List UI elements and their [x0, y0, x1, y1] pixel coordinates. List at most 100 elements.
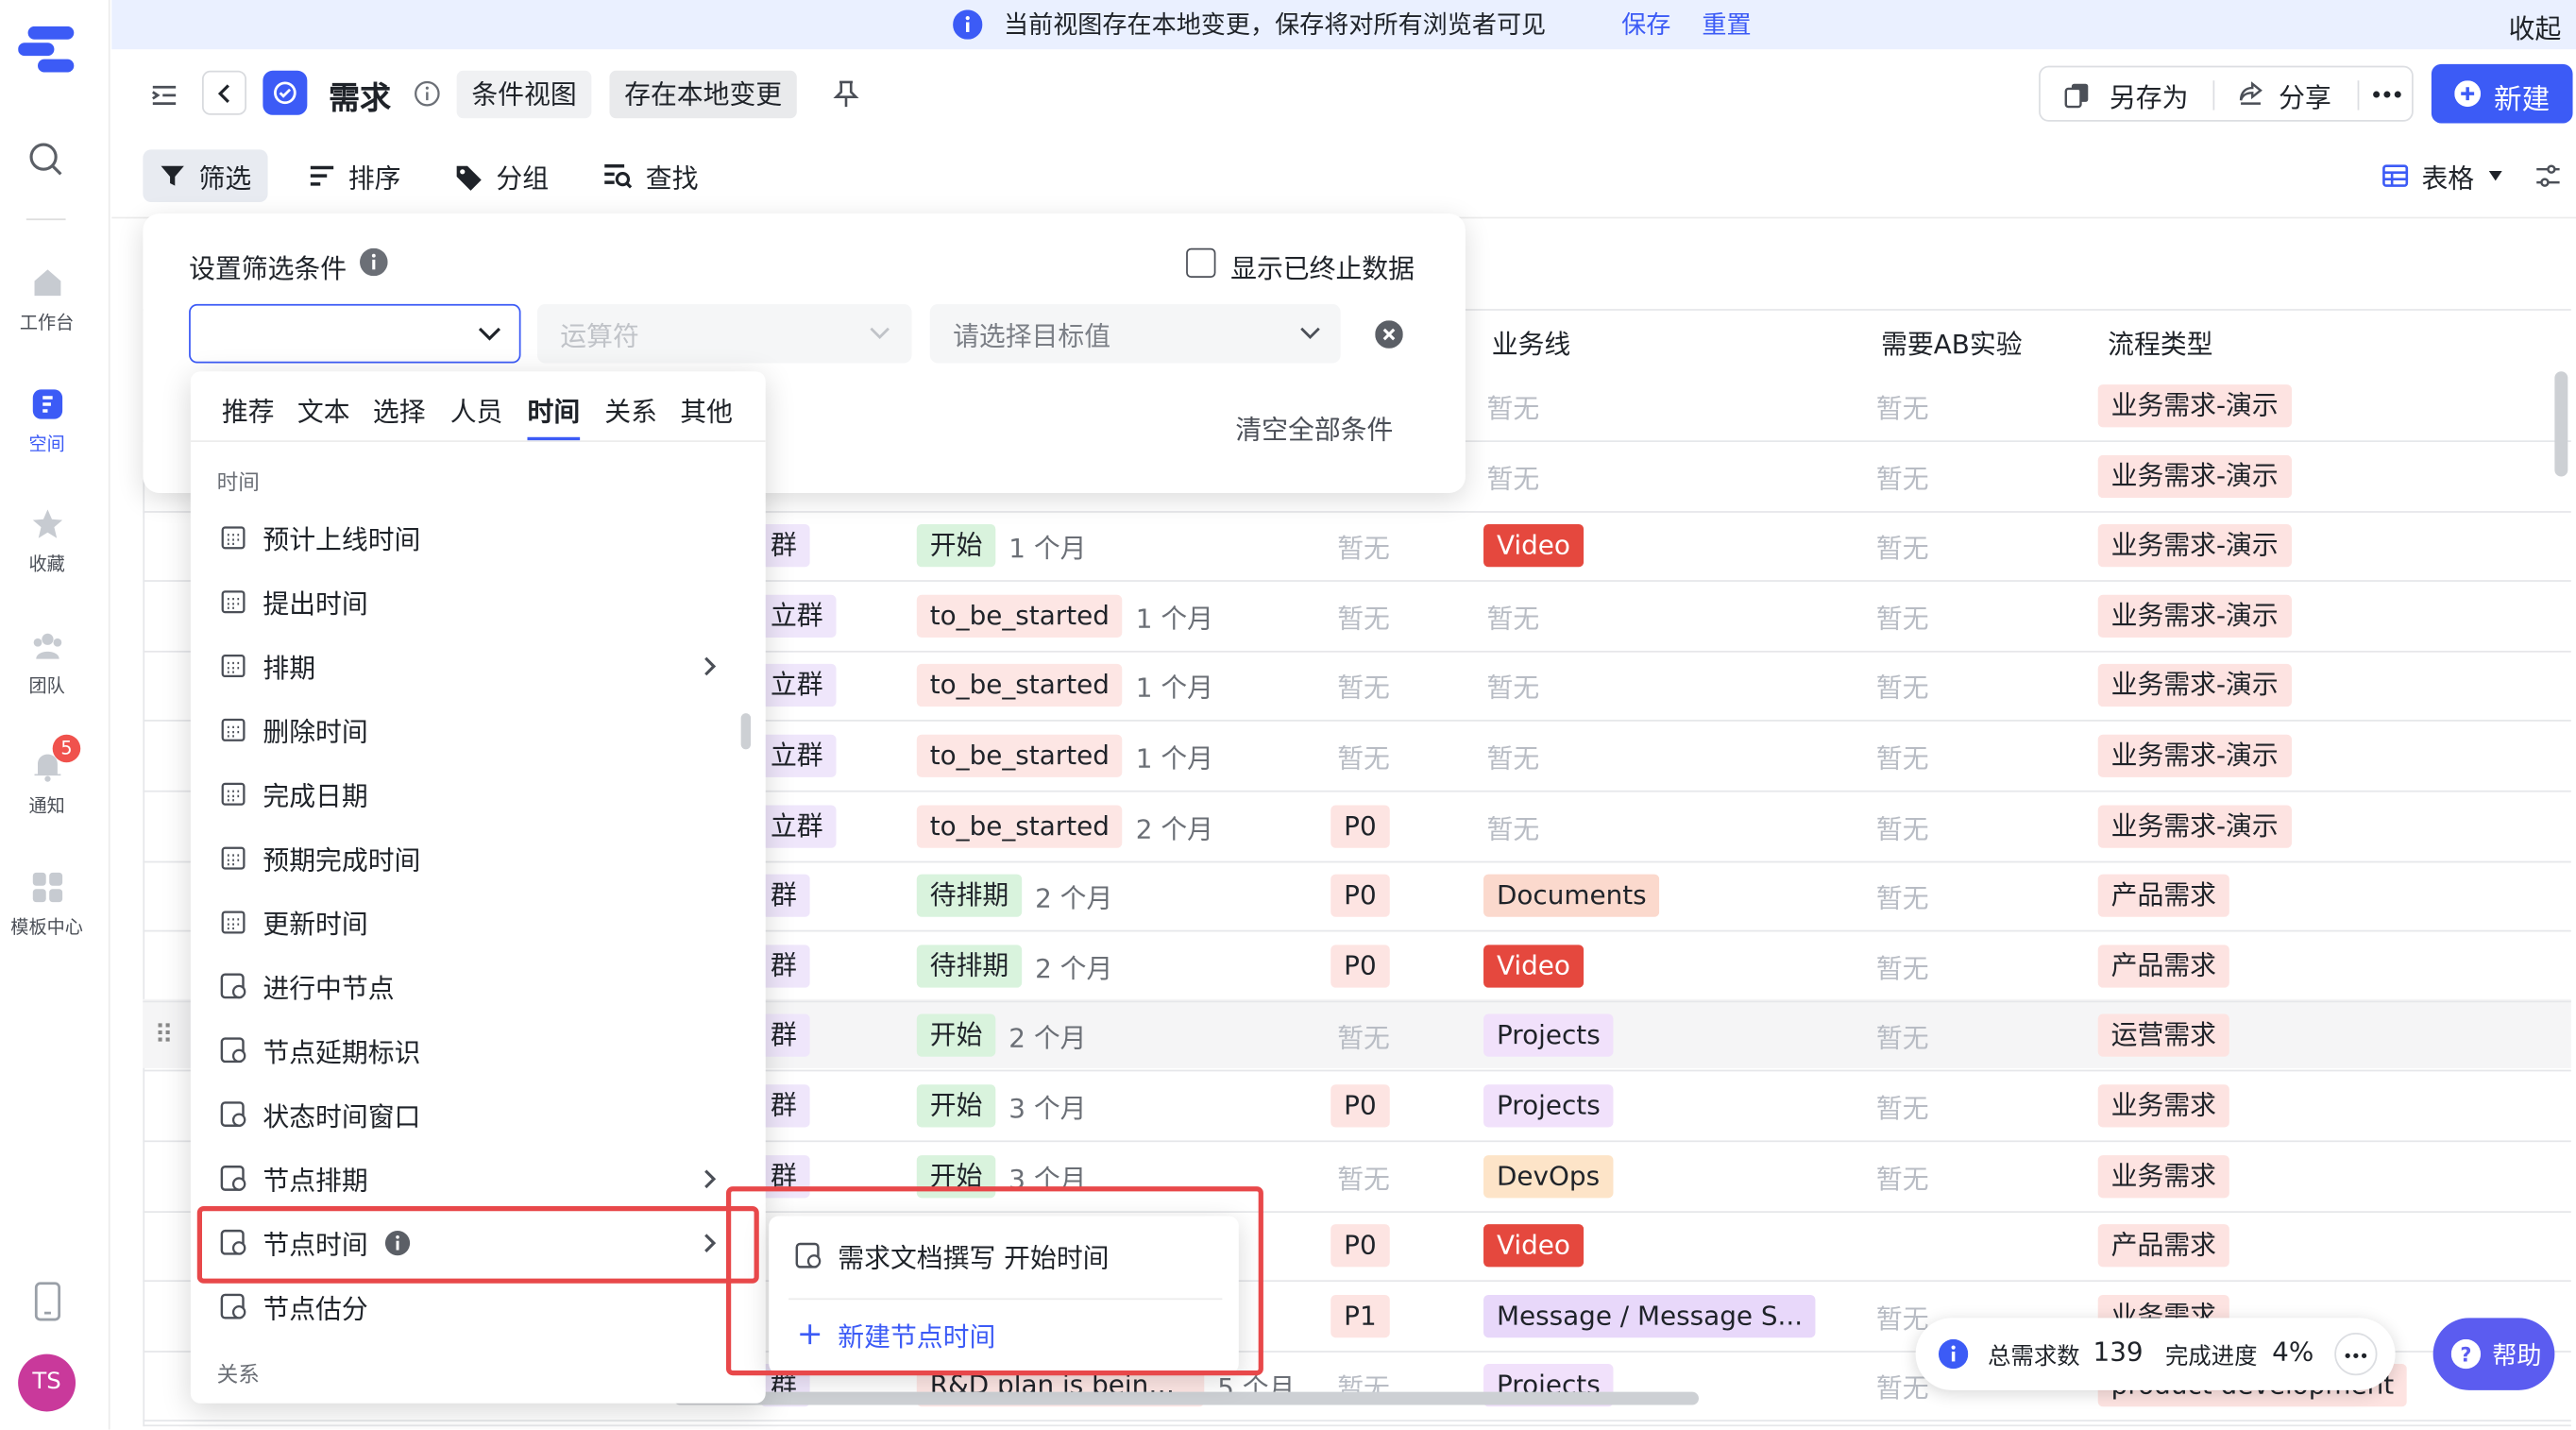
save-as-button[interactable]: 另存为	[2110, 76, 2189, 115]
tab-2[interactable]: 选择	[373, 389, 426, 429]
menu-scrollbar[interactable]	[740, 713, 752, 750]
table-cell[interactable]: Video	[1470, 511, 1584, 580]
table-cell[interactable]: 暂无	[1863, 582, 1929, 651]
table-cell[interactable]: Projects	[1470, 1071, 1614, 1140]
table-cell[interactable]: 暂无	[1474, 441, 1540, 510]
info-outline-icon[interactable]	[414, 80, 440, 107]
table-cell[interactable]: 暂无	[1863, 861, 1929, 930]
table-cell[interactable]: 暂无	[1863, 931, 1929, 1000]
target-value-select[interactable]: 请选择目标值	[929, 303, 1341, 364]
table-cell[interactable]: 暂无	[1863, 371, 1929, 440]
table-cell[interactable]: 暂无	[1324, 1352, 1390, 1421]
table-cell[interactable]: P0	[1317, 931, 1390, 1000]
field-item-8[interactable]: 节点延期标识	[204, 1020, 746, 1080]
table-cell[interactable]: 产品需求	[2085, 931, 2229, 1000]
field-item-4[interactable]: 完成日期	[204, 764, 746, 824]
reset-link[interactable]: 重置	[1702, 7, 1751, 42]
sidebar-item-team[interactable]: 团队	[0, 629, 93, 698]
vertical-scrollbar[interactable]	[2554, 371, 2568, 477]
field-select[interactable]	[189, 303, 521, 364]
tab-6[interactable]: 其他	[680, 389, 733, 429]
column-header-ab-test[interactable]: 需要AB实验	[1868, 307, 2023, 376]
table-cell[interactable]: 暂无	[1863, 1071, 1929, 1140]
more-icon[interactable]	[2372, 91, 2401, 99]
table-cell[interactable]: 业务需求-演示	[2085, 511, 2292, 580]
group-button[interactable]: 分组	[439, 149, 566, 202]
table-cell[interactable]: 开始 1 个月	[904, 511, 1087, 580]
field-item-1[interactable]: 提出时间	[204, 571, 746, 631]
table-cell[interactable]: 产品需求	[2085, 861, 2229, 930]
sidebar-item-favorites[interactable]: 收藏	[0, 508, 93, 577]
table-cell[interactable]: P0	[1317, 861, 1390, 930]
table-cell[interactable]: 开始 2 个月	[904, 1001, 1087, 1070]
table-cell[interactable]: P1	[1317, 1282, 1390, 1351]
sort-button[interactable]: 排序	[293, 149, 417, 202]
field-item-0[interactable]: 预计上线时间	[204, 508, 746, 568]
sidebar-item-space[interactable]: 空间	[0, 388, 93, 457]
table-cell[interactable]: 暂无	[1474, 652, 1540, 721]
table-cell[interactable]: 暂无	[1324, 511, 1390, 580]
drag-handle-icon[interactable]: ⠿	[155, 1019, 174, 1050]
settings-sliders-icon[interactable]	[2535, 162, 2562, 189]
table-cell[interactable]: 待排期 2 个月	[904, 931, 1112, 1000]
sidebar-item-templates[interactable]: 模板中心	[0, 871, 93, 940]
mobile-icon[interactable]	[33, 1282, 62, 1321]
new-button[interactable]: 新建	[2431, 63, 2573, 124]
field-item-7[interactable]: 进行中节点	[204, 957, 746, 1016]
table-cell[interactable]: 暂无	[1474, 582, 1540, 651]
table-cell[interactable]: 业务需求	[2085, 1141, 2229, 1210]
table-cell[interactable]: 暂无	[1863, 722, 1929, 791]
table-cell[interactable]: 业务需求-演示	[2085, 441, 2292, 510]
table-cell[interactable]: 暂无	[1863, 1001, 1929, 1070]
table-cell[interactable]: P0	[1317, 1071, 1390, 1140]
field-item-6[interactable]: 更新时间	[204, 893, 746, 952]
table-cell[interactable]: 暂无	[1474, 722, 1540, 791]
table-cell[interactable]: Projects	[1470, 1352, 1614, 1421]
filter-button[interactable]: 筛选	[143, 149, 268, 202]
summary-more-button[interactable]	[2334, 1332, 2378, 1376]
field-item-9[interactable]: 状态时间窗口	[204, 1084, 746, 1144]
table-cell[interactable]: 暂无	[1863, 1141, 1929, 1210]
share-button[interactable]: 分享	[2279, 76, 2331, 115]
search-icon[interactable]	[28, 142, 64, 178]
table-cell[interactable]: 暂无	[1324, 1141, 1390, 1210]
remove-condition-icon[interactable]	[1375, 320, 1403, 349]
app-logo-icon[interactable]	[18, 26, 77, 73]
table-cell[interactable]: 待排期 2 个月	[904, 861, 1112, 930]
view-type-tag[interactable]: 条件视图	[456, 70, 592, 119]
table-cell[interactable]: to_be_started 1 个月	[904, 652, 1213, 721]
table-cell[interactable]: 暂无	[1863, 652, 1929, 721]
back-button[interactable]	[201, 70, 246, 115]
view-mode-select[interactable]: 表格	[2365, 149, 2520, 202]
table-cell[interactable]: 暂无	[1474, 371, 1540, 440]
clear-all-button[interactable]: 清空全部条件	[1235, 407, 1393, 447]
tab-5[interactable]: 关系	[604, 389, 657, 429]
table-cell[interactable]: 暂无	[1863, 792, 1929, 860]
column-header-business-line[interactable]: 业务线	[1479, 307, 1571, 376]
table-cell[interactable]: 暂无	[1863, 511, 1929, 580]
table-cell[interactable]: 业务需求-演示	[2085, 722, 2292, 791]
field-item-2[interactable]: 排期	[204, 636, 746, 695]
horizontal-scrollbar[interactable]	[673, 1391, 1699, 1405]
table-cell[interactable]: Video	[1470, 931, 1584, 1000]
field-item-10[interactable]: 节点排期	[204, 1149, 746, 1208]
sidebar-toggle-icon[interactable]	[149, 80, 178, 110]
table-cell[interactable]: 运营需求	[2085, 1001, 2229, 1070]
table-cell[interactable]: 暂无	[1324, 1001, 1390, 1070]
table-cell[interactable]: P0	[1317, 792, 1390, 860]
avatar[interactable]: TS	[18, 1353, 76, 1412]
table-cell[interactable]: 业务需求-演示	[2085, 652, 2292, 721]
table-cell[interactable]: 暂无	[1324, 582, 1390, 651]
field-item-3[interactable]: 删除时间	[204, 700, 746, 759]
table-cell[interactable]: 业务需求-演示	[2085, 792, 2292, 860]
save-link[interactable]: 保存	[1621, 7, 1670, 42]
help-button[interactable]: ? 帮助	[2432, 1318, 2555, 1390]
tab-1[interactable]: 文本	[297, 389, 350, 429]
collapse-button[interactable]: 收起	[2509, 7, 2562, 46]
info-icon[interactable]	[360, 247, 388, 277]
table-cell[interactable]: 暂无	[1324, 722, 1390, 791]
table-cell[interactable]: Projects	[1470, 1001, 1614, 1070]
local-change-tag[interactable]: 存在本地变更	[609, 70, 797, 119]
sidebar-item-workbench[interactable]: 工作台	[0, 266, 93, 335]
pin-icon[interactable]	[833, 79, 859, 109]
